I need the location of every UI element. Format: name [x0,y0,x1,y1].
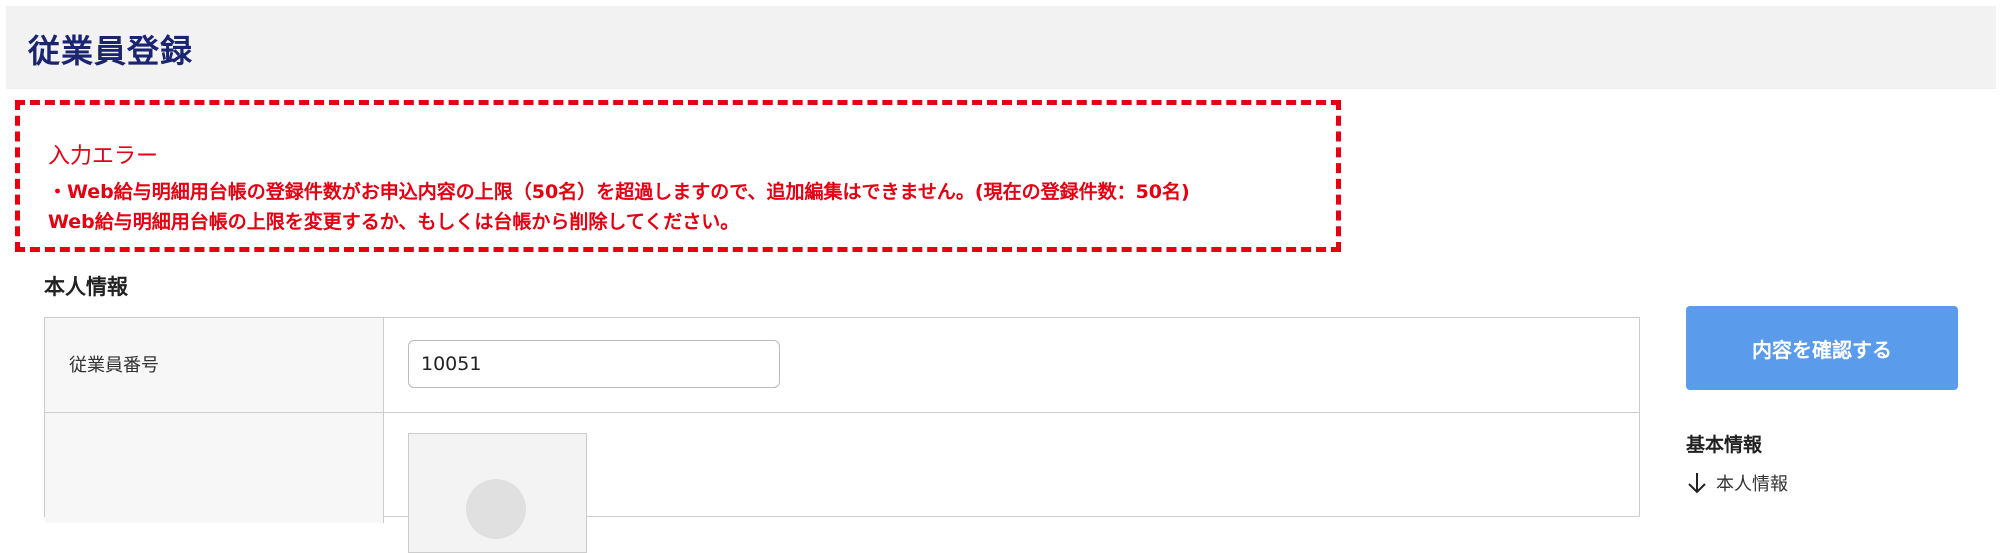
avatar-icon [466,479,526,539]
form-row-photo [45,413,1639,553]
sidebar-link-label: 本人情報 [1716,474,1788,495]
error-title: 入力エラー [48,144,159,169]
employee-number-label: 従業員番号 [69,355,159,376]
form-table: 従業員番号 [44,317,1640,553]
section-title: 本人情報 [44,275,128,299]
page-header: 従業員登録 [6,6,1996,89]
row-label-cell: 従業員番号 [45,318,384,412]
error-box: 入力エラー ・Web給与明細用台帳の登録件数がお申込内容の上限（50名）を超過し… [15,100,1341,252]
sidebar-link-personal-info[interactable]: 本人情報 [1686,470,1788,496]
error-message-line: ・Web給与明細用台帳の登録件数がお申込内容の上限（50名）を超過しますので、追… [48,181,1190,203]
form-row-employee-number: 従業員番号 [45,318,1639,413]
row-label-cell [45,413,384,523]
confirm-button[interactable]: 内容を確認する [1686,306,1958,390]
arrow-down-icon [1688,473,1706,494]
photo-upload-box[interactable] [408,433,587,553]
employee-number-input[interactable] [408,340,780,388]
sidebar-heading: 基本情報 [1686,434,1763,456]
error-message-line: Web給与明細用台帳の上限を変更するか、もしくは台帳から削除してください。 [48,211,740,233]
page-title: 従業員登録 [28,32,194,70]
